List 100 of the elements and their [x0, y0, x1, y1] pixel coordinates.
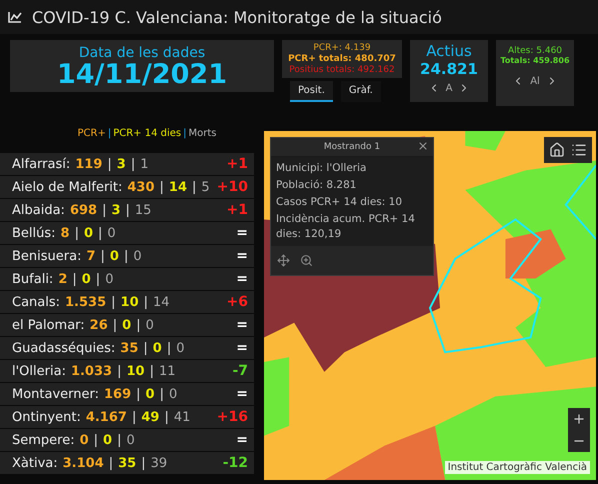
- deaths-value: 15: [134, 202, 152, 218]
- separator: |: [100, 248, 105, 264]
- date-label: Data de les dades: [78, 44, 206, 60]
- pcr14-value: 10: [120, 294, 139, 310]
- municipality-name: Montaverner:: [12, 386, 100, 402]
- close-icon[interactable]: [417, 140, 429, 152]
- pcr-value: 0: [80, 432, 89, 448]
- municipality-name: Alfarrasí:: [12, 156, 70, 172]
- change-value: =: [236, 225, 248, 241]
- separator: |: [117, 432, 122, 448]
- change-value: -12: [222, 455, 248, 471]
- separator: |: [130, 156, 136, 172]
- separator: |: [108, 456, 114, 470]
- separator: |: [160, 386, 164, 402]
- zoom-in-icon[interactable]: [300, 254, 313, 267]
- popup-title: Mostrando 1: [324, 142, 380, 152]
- popup-line: Incidència acum. PCR+ 14 dies: 120,19: [276, 212, 416, 242]
- deaths-value: 0: [176, 340, 184, 356]
- pcr14-value: 0: [110, 248, 119, 264]
- pcr-total: PCR+ totals: 480.707: [288, 54, 396, 64]
- municipality-name: l'Olleria:: [12, 364, 66, 378]
- change-value: =: [236, 340, 248, 356]
- change-value: +6: [226, 294, 248, 310]
- active-label: Actius: [426, 42, 472, 60]
- deaths-value: 5: [201, 180, 210, 194]
- change-value: +16: [216, 409, 248, 425]
- separator: |: [164, 410, 169, 424]
- municipality-name: Aielo de Malferit:: [12, 180, 122, 194]
- popup-line: Població: 8.281: [276, 178, 358, 193]
- pcr-value: 8: [60, 226, 70, 240]
- popup-line: Municipi: l'Olleria: [276, 161, 368, 176]
- pcr-value: 119: [75, 156, 102, 172]
- legend-separator: |: [183, 128, 186, 139]
- window-title: COVID-19 C. Valenciana: Monitoratge de la situació: [32, 8, 442, 26]
- deaths-value: 11: [158, 364, 176, 378]
- change-value: -7: [232, 363, 248, 379]
- pcr-count: PCR+: 4.139: [313, 43, 371, 53]
- legend-item: Morts: [188, 128, 216, 139]
- legend-item: PCR+: [77, 128, 106, 139]
- pcr14-value: 0: [103, 432, 112, 448]
- municipality-name: Bellús:: [12, 226, 56, 240]
- pcr-value: 26: [90, 318, 108, 332]
- municipality-name: Canals:: [12, 294, 60, 310]
- separator: |: [126, 202, 130, 218]
- move-icon[interactable]: [277, 254, 290, 267]
- pcr14-value: 0: [122, 318, 132, 332]
- separator: |: [150, 364, 154, 378]
- pcr-value: 169: [104, 386, 132, 402]
- separator: |: [94, 432, 98, 448]
- pcr14-value: 10: [126, 364, 145, 378]
- deaths-value: 41: [174, 410, 190, 424]
- pcr14-value: 35: [118, 456, 136, 470]
- date-value: 14/11/2021: [56, 60, 227, 88]
- pcr14-value: 0: [82, 272, 91, 286]
- pcr14-value: 0: [84, 226, 94, 240]
- pcr-value: 35: [120, 340, 138, 356]
- pcr14-value: 14: [168, 180, 188, 194]
- positive-total: Positius totals: 492.162: [289, 65, 395, 75]
- pcr-value: 3.104: [62, 456, 104, 470]
- map-attribution: Institut Cartogràfic Valencià: [444, 461, 590, 474]
- separator: |: [136, 386, 141, 402]
- pcr-value: 7: [86, 248, 96, 264]
- separator: |: [192, 180, 196, 194]
- pcr-value: 1.535: [65, 294, 106, 310]
- separator: |: [117, 364, 122, 378]
- home-icon[interactable]: [549, 142, 565, 158]
- separator: |: [111, 294, 116, 310]
- discharges-count: Altes: 5.460: [508, 46, 562, 56]
- active-value: 24.821: [420, 60, 478, 78]
- separator: |: [124, 248, 128, 264]
- separator: |: [102, 202, 106, 218]
- list-icon[interactable]: [571, 142, 587, 158]
- change-value: =: [236, 271, 248, 287]
- popup-line: Casos PCR+ 14 dies: 10: [276, 195, 404, 210]
- municipality-name: Albaida:: [12, 202, 65, 218]
- map[interactable]: Mostrando 1 Municipi: l'Olleria Població: 8.281 Casos PCR+ 14 dies: 10 Incidència acum. PCR+ 14 dies: 120,19 Institut Cartogràfic Valencià: [264, 131, 596, 480]
- separator: |: [144, 294, 148, 310]
- deaths-value: 0: [126, 432, 135, 448]
- pcr14-value: 0: [146, 386, 155, 402]
- municipality-name: Sempere:: [12, 432, 75, 448]
- pcr-value: 4.167: [86, 410, 127, 424]
- tab[interactable]: Gràf.: [340, 81, 381, 102]
- change-value: +1: [226, 156, 248, 172]
- deaths-value: 0: [107, 226, 116, 240]
- separator: |: [141, 456, 146, 470]
- pcr-value: 698: [70, 202, 98, 218]
- separator: |: [160, 180, 164, 194]
- deaths-value: 14: [153, 294, 170, 310]
- change-value: =: [236, 386, 248, 402]
- legend-separator: |: [108, 128, 112, 139]
- tab[interactable]: Posit.: [290, 81, 333, 102]
- deaths-value: 1: [140, 156, 148, 172]
- municipality-name: Xàtiva:: [12, 456, 58, 470]
- pager-label: A: [446, 82, 452, 94]
- pcr-value: 430: [127, 180, 155, 194]
- change-value: =: [236, 317, 248, 333]
- pcr14-value: 3: [111, 202, 121, 218]
- pager-label: Al: [530, 76, 540, 86]
- municipality-name: Guadasséquies:: [12, 340, 116, 356]
- deaths-value: 0: [146, 318, 154, 332]
